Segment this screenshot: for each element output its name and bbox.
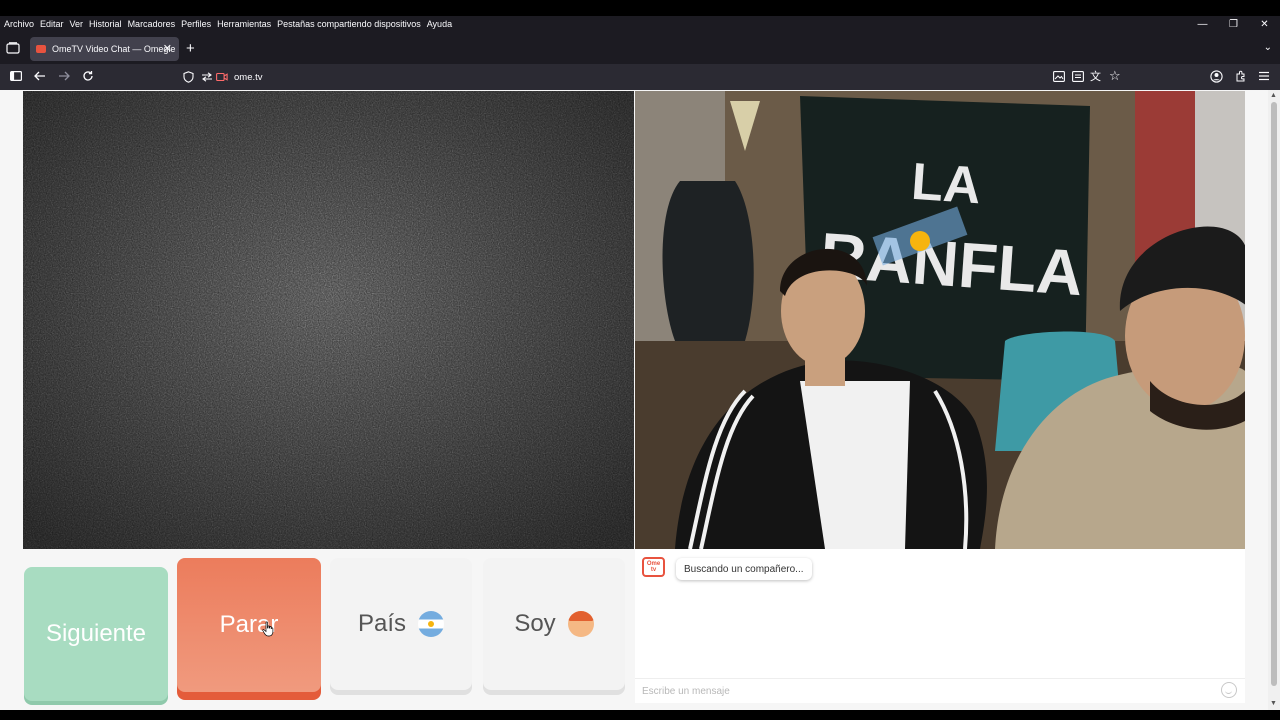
country-button[interactable]: País xyxy=(330,558,472,690)
puzzle-icon[interactable] xyxy=(1235,70,1247,82)
active-tab[interactable]: OmeTV Video Chat — Omegle ✕ xyxy=(30,37,179,61)
chat-message-input[interactable] xyxy=(642,684,1202,698)
tab-list-icon[interactable] xyxy=(6,42,20,54)
next-button[interactable]: Siguiente xyxy=(24,567,168,701)
menu-bar: Archivo Editar Ver Historial Marcadores … xyxy=(0,16,1280,32)
menu-item-ver[interactable]: Ver xyxy=(70,19,84,29)
menu-item-pestanas[interactable]: Pestañas compartiendo dispositivos xyxy=(277,19,421,29)
scrollbar-thumb[interactable] xyxy=(1271,102,1277,686)
window-controls: — ❐ ✕ xyxy=(1187,16,1280,32)
menu-item-archivo[interactable]: Archivo xyxy=(4,19,34,29)
gender-button[interactable]: Soy xyxy=(483,558,625,690)
camera-icon[interactable] xyxy=(216,72,228,82)
banner-text: LA xyxy=(910,153,983,216)
menu-item-herramientas[interactable]: Herramientas xyxy=(217,19,271,29)
boy-face-icon xyxy=(567,611,594,637)
tab-title: OmeTV Video Chat — Omegle xyxy=(52,44,176,54)
screen-top-border xyxy=(0,0,1280,16)
scroll-up-icon[interactable]: ▲ xyxy=(1270,92,1277,99)
arrow-right-icon[interactable] xyxy=(58,71,70,81)
ometv-logo-icon: Ome tv xyxy=(642,557,665,577)
minimize-button[interactable]: — xyxy=(1187,16,1218,32)
translate-icon[interactable]: 文 xyxy=(1090,70,1101,84)
permissions-icon[interactable] xyxy=(201,72,213,82)
restore-button[interactable]: ❐ xyxy=(1218,16,1249,32)
next-button-label: Siguiente xyxy=(45,620,147,647)
shield-icon[interactable] xyxy=(183,71,194,83)
emoji-icon[interactable] xyxy=(1221,682,1237,698)
menu-item-historial[interactable]: Historial xyxy=(89,19,122,29)
chat-divider xyxy=(635,678,1245,679)
stop-button[interactable]: Parar xyxy=(177,558,321,692)
argentina-flag-icon xyxy=(418,611,445,637)
close-tab-icon[interactable]: ✕ xyxy=(163,42,172,55)
reload-icon[interactable] xyxy=(82,70,94,82)
reader-view-icon[interactable] xyxy=(1072,71,1084,82)
arrow-left-icon[interactable] xyxy=(34,71,46,81)
menu-item-perfiles[interactable]: Perfiles xyxy=(181,19,211,29)
hamburger-icon[interactable] xyxy=(1258,71,1270,81)
chevron-down-icon[interactable]: ⌄ xyxy=(1264,42,1272,53)
new-tab-button[interactable]: + xyxy=(186,40,195,57)
sidebar-icon[interactable] xyxy=(10,71,22,81)
star-icon[interactable]: ☆ xyxy=(1109,69,1121,83)
scroll-down-icon[interactable]: ▼ xyxy=(1270,700,1277,707)
close-window-button[interactable]: ✕ xyxy=(1249,16,1280,32)
picture-icon[interactable] xyxy=(1053,71,1065,82)
gender-button-label: Soy xyxy=(514,610,556,637)
remote-video: LA RANFLA xyxy=(635,91,1245,549)
local-video-static xyxy=(23,91,634,549)
country-button-label: País xyxy=(357,610,407,637)
chat-status-message: Buscando un compañero... xyxy=(676,558,812,580)
ometv-favicon-icon xyxy=(36,45,46,53)
url-text[interactable]: ome.tv xyxy=(234,72,263,83)
menu-item-ayuda[interactable]: Ayuda xyxy=(427,19,452,29)
menu-item-marcadores[interactable]: Marcadores xyxy=(128,19,176,29)
screen-bottom-border xyxy=(0,710,1280,720)
account-icon[interactable] xyxy=(1210,70,1223,83)
hand-cursor-icon xyxy=(262,621,274,637)
menu-item-editar[interactable]: Editar xyxy=(40,19,64,29)
